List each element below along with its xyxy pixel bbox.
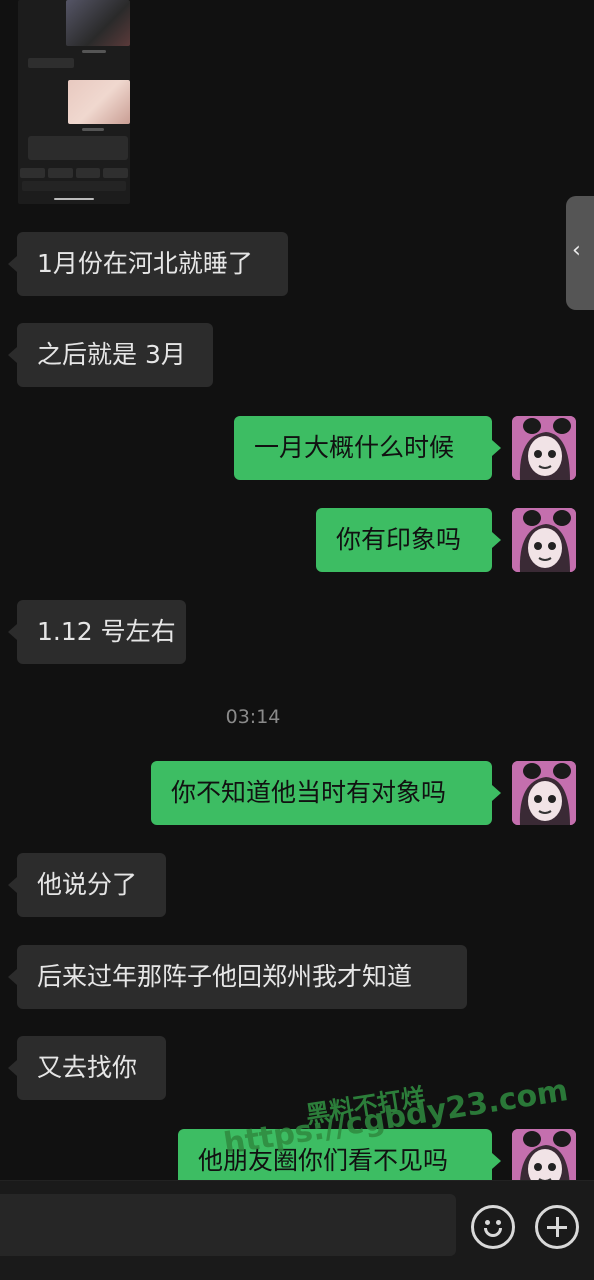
avatar[interactable] bbox=[512, 761, 576, 825]
message-bubble-left[interactable]: 1.12 号左右 bbox=[17, 600, 186, 664]
chevron-left-icon: ‹ bbox=[572, 238, 581, 263]
bubble-tail bbox=[8, 347, 17, 363]
bubble-tail bbox=[492, 440, 501, 456]
bubble-tail bbox=[8, 877, 17, 893]
message-bubble-left[interactable]: 后来过年那阵子他回郑州我才知道 bbox=[17, 945, 467, 1009]
avatar[interactable] bbox=[512, 416, 576, 480]
image-message-screenshot[interactable] bbox=[18, 0, 130, 204]
chat-timestamp: 03:14 bbox=[225, 706, 281, 728]
message-bubble-left[interactable]: 之后就是 3月 bbox=[17, 323, 213, 387]
input-bar bbox=[0, 1180, 594, 1280]
message-bubble-right[interactable]: 一月大概什么时候 bbox=[234, 416, 492, 480]
bubble-tail bbox=[8, 969, 17, 985]
message-bubble-right[interactable]: 你不知道他当时有对象吗 bbox=[151, 761, 492, 825]
tiny-text-line bbox=[82, 128, 104, 131]
emoji-icon[interactable] bbox=[471, 1205, 515, 1249]
avatar[interactable] bbox=[512, 508, 576, 572]
bubble-tail bbox=[492, 785, 501, 801]
bubble-tail bbox=[8, 256, 17, 272]
message-bubble-left[interactable]: 又去找你 bbox=[17, 1036, 166, 1100]
message-bubble-left[interactable]: 他说分了 bbox=[17, 853, 166, 917]
mini-input bbox=[22, 181, 126, 191]
plus-circle-icon[interactable] bbox=[535, 1205, 579, 1249]
chat-screen: ‹ 1月份在河北就睡了 之后就是 3月 一月大概什么时候 你有印象吗 1.12 … bbox=[0, 0, 594, 1280]
message-input[interactable] bbox=[0, 1194, 456, 1256]
message-bubble-right[interactable]: 你有印象吗 bbox=[316, 508, 492, 572]
message-bubble-left[interactable]: 1月份在河北就睡了 bbox=[17, 232, 288, 296]
mini-toolbar bbox=[20, 168, 128, 178]
side-panel-tab[interactable]: ‹ bbox=[566, 196, 594, 310]
image-thumbnail bbox=[68, 80, 130, 124]
mini-home-bar bbox=[54, 198, 94, 200]
bubble-tail bbox=[8, 1060, 17, 1076]
tiny-text-line bbox=[82, 50, 106, 53]
bubble-tail bbox=[492, 1153, 501, 1169]
mini-bubble bbox=[28, 58, 74, 68]
mini-card bbox=[28, 136, 128, 160]
bubble-tail bbox=[8, 624, 17, 640]
image-thumbnail bbox=[66, 0, 130, 46]
bubble-tail bbox=[492, 532, 501, 548]
